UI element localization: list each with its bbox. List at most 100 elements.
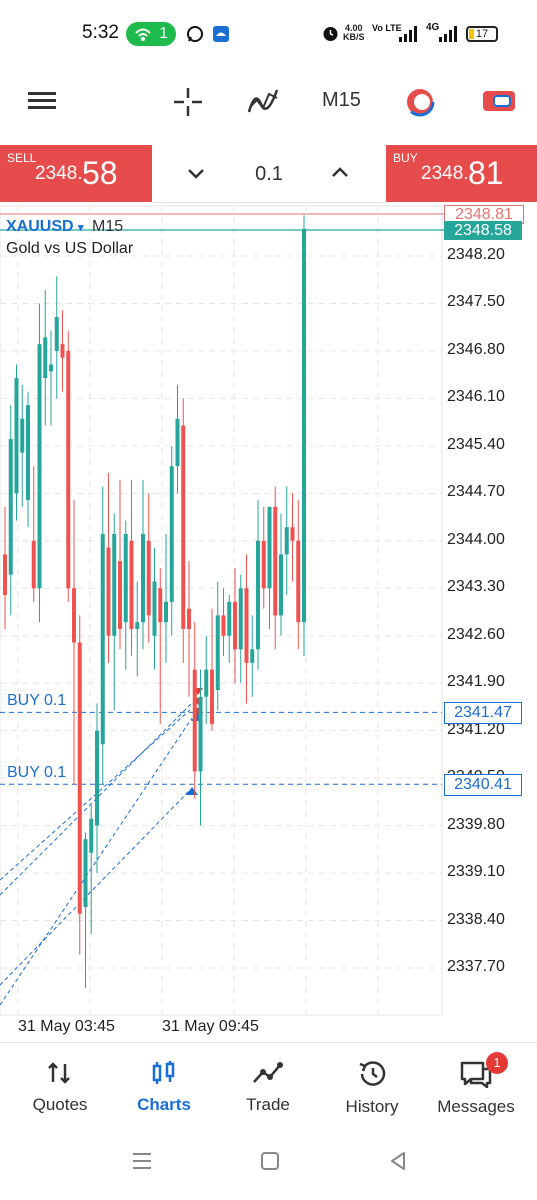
candle-body (215, 615, 220, 690)
candle-body (164, 601, 168, 623)
candle-body (146, 540, 151, 616)
y-tick-label: 2337.70 (447, 958, 505, 975)
y-tick-label: 2344.00 (447, 530, 505, 548)
x-tick-1: 31 May 03:45 (18, 1018, 115, 1035)
sell-button[interactable]: SELL 2348. 58 (0, 145, 152, 202)
home-icon[interactable] (259, 1150, 281, 1172)
wifi-hotspot-icon (135, 28, 151, 41)
menu-icon[interactable] (28, 88, 56, 114)
candle-body (221, 615, 226, 636)
candle-body (89, 818, 94, 853)
charts-icon (152, 1061, 175, 1084)
candle (8, 405, 13, 616)
candle-body (66, 350, 71, 589)
candle-body (72, 588, 76, 643)
candle-body (3, 554, 7, 596)
y-tick-label: 2342.60 (447, 625, 505, 643)
y-tick-label: 2343.30 (447, 578, 505, 596)
nav-quotes[interactable]: Quotes (10, 1060, 110, 1115)
candle-body (233, 601, 237, 650)
candle (106, 472, 111, 663)
drive-app-icon (213, 26, 229, 42)
candle-body (296, 540, 301, 623)
candle-body (261, 540, 266, 589)
candle-body (250, 649, 255, 663)
candle-body (152, 581, 157, 636)
candle (72, 500, 76, 785)
candle (227, 595, 232, 663)
nav-history-label: History (345, 1097, 399, 1116)
candle (210, 608, 214, 731)
candles (3, 215, 306, 989)
chart-symbol[interactable]: XAUUSD ▾ (6, 218, 84, 236)
buy-button[interactable]: BUY 2348. 81 (386, 145, 537, 202)
candle (164, 534, 168, 663)
recent-apps-icon[interactable] (131, 1150, 153, 1172)
crosshair-icon[interactable] (172, 86, 204, 118)
order-label-2[interactable]: BUY 0.1 (7, 764, 66, 782)
candle-body (83, 839, 88, 907)
candle-body (49, 364, 53, 372)
candle-body (169, 466, 174, 602)
candle (261, 506, 266, 609)
y-tick-label: 2345.40 (447, 435, 505, 453)
chart-type-icon[interactable] (482, 88, 516, 114)
candle-body (141, 534, 145, 623)
candle (169, 445, 174, 636)
order-label-1[interactable]: BUY 0.1 (7, 692, 66, 710)
one-click-trading-icon[interactable] (404, 86, 436, 118)
candle-body (244, 588, 249, 663)
signal-icon (399, 26, 417, 42)
nav-trade[interactable]: Trade (218, 1060, 318, 1115)
lot-size-value[interactable]: 0.1 (152, 163, 386, 186)
candle (112, 513, 117, 711)
candle-body (43, 337, 48, 379)
candle-body (284, 527, 289, 555)
candle-body (158, 588, 163, 623)
candle-body (95, 730, 99, 826)
y-tick-label: 2339.80 (447, 815, 505, 833)
candle (43, 289, 48, 426)
nav-history[interactable]: History (322, 1060, 422, 1117)
alarm-icon (323, 27, 338, 41)
buy-price-big: 81 (468, 155, 504, 191)
back-icon[interactable] (387, 1150, 409, 1172)
buy-price-small: 2348. (421, 163, 469, 184)
sell-label: SELL (7, 151, 37, 165)
candle-body (198, 696, 203, 772)
candle-body (37, 344, 42, 589)
candle (267, 506, 272, 629)
candle (290, 493, 295, 582)
candle (238, 574, 243, 684)
nav-divider (0, 1042, 537, 1043)
nav-quotes-label: Quotes (32, 1095, 88, 1114)
candle-body (279, 554, 283, 616)
y-tick-label: 2348.20 (447, 246, 505, 263)
candle-body (8, 439, 13, 575)
candle (192, 622, 197, 799)
candle (221, 588, 226, 657)
sell-price-small: 2348. (35, 163, 83, 184)
signal-2-icon (439, 26, 457, 42)
chart-grid (0, 205, 443, 1016)
timeframe-selector[interactable]: M15 (322, 89, 361, 112)
y-tick-label: 2347.50 (447, 293, 505, 311)
indicators-icon[interactable] (247, 86, 281, 116)
candle-body (129, 540, 134, 629)
candle-body (181, 425, 186, 629)
candle (26, 391, 30, 528)
history-icon (359, 1061, 386, 1086)
candle (279, 513, 283, 636)
nav-messages[interactable]: Messages (426, 1060, 526, 1117)
order-1-price-tag[interactable]: 2341.47 (444, 702, 522, 724)
candle (66, 330, 71, 602)
y-tick-label: 2341.90 (447, 673, 505, 691)
chevron-up-icon[interactable] (330, 163, 350, 183)
nav-charts[interactable]: Charts (114, 1060, 214, 1115)
nav-messages-label: Messages (437, 1097, 515, 1116)
hotspot-count: 1 (159, 25, 168, 42)
candle-body (54, 317, 59, 351)
order-2-price-tag[interactable]: 2340.41 (444, 774, 522, 796)
candle (302, 215, 306, 657)
candle (256, 500, 260, 670)
